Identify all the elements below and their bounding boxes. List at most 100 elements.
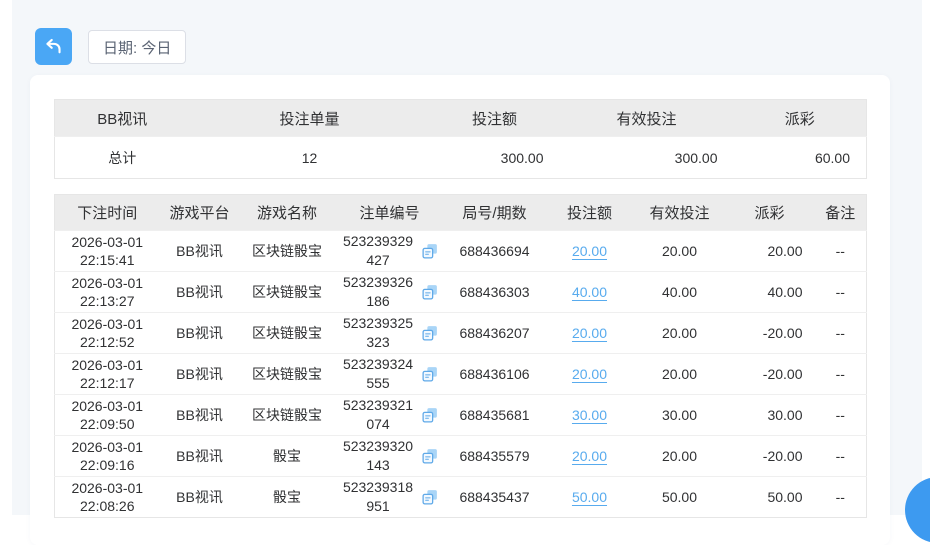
order-number: 523239318951	[342, 479, 414, 514]
back-arrow-icon	[43, 36, 64, 57]
detail-col-game-name: 游戏名称	[239, 194, 335, 231]
remark-cell: --	[814, 271, 867, 313]
summary-col-bet-count: 投注单量	[189, 99, 430, 137]
copy-order-button[interactable]	[421, 488, 439, 506]
detail-col-valid-bet: 有效投注	[634, 194, 725, 231]
summary-total-payout: 60.00	[733, 136, 867, 179]
summary-header-row: BB视讯 投注单量 投注额 有效投注 派彩	[54, 99, 867, 137]
game-name-cell: 区块链骰宝	[239, 271, 335, 313]
report-page: 日期: 今日 BB视讯 投注单量 投注额 有效投注 派彩 总计 12 300.0…	[12, 0, 930, 545]
detail-col-platform: 游戏平台	[159, 194, 240, 231]
copy-order-button[interactable]	[421, 324, 439, 342]
bet-amount-link[interactable]: 50.00	[572, 489, 607, 505]
bet-amount-link[interactable]: 20.00	[572, 448, 607, 464]
bet-amount-cell: 20.00	[544, 230, 635, 272]
bet-amount-link[interactable]: 20.00	[572, 366, 607, 382]
detail-col-order-no: 注单编号	[334, 194, 445, 231]
table-row: 2026-03-01 22:12:17 BB视讯 区块链骰宝 523239324…	[54, 353, 867, 395]
summary-col-bet-amount: 投注额	[429, 99, 560, 137]
copy-order-button[interactable]	[421, 406, 439, 424]
summary-col-payout: 派彩	[733, 99, 867, 137]
bet-amount-cell: 20.00	[544, 312, 635, 354]
copy-icon	[421, 242, 439, 260]
summary-col-platform: BB视讯	[54, 99, 190, 137]
copy-icon	[421, 365, 439, 383]
valid-bet-cell: 50.00	[634, 476, 725, 518]
payout-cell: 30.00	[724, 394, 815, 436]
bet-time-cell: 2026-03-01 22:09:50	[54, 394, 160, 436]
valid-bet-cell: 40.00	[634, 271, 725, 313]
report-card: BB视讯 投注单量 投注额 有效投注 派彩 总计 12 300.00 300.0…	[30, 75, 890, 545]
remark-cell: --	[814, 312, 867, 354]
copy-order-button[interactable]	[421, 283, 439, 301]
bet-time-cell: 2026-03-01 22:12:52	[54, 312, 160, 354]
summary-table: BB视讯 投注单量 投注额 有效投注 派彩 总计 12 300.00 300.0…	[54, 99, 867, 179]
bet-amount-link[interactable]: 20.00	[572, 243, 607, 259]
copy-icon	[421, 488, 439, 506]
summary-total-bet-amount: 300.00	[429, 136, 560, 179]
platform-cell: BB视讯	[159, 312, 240, 354]
copy-order-button[interactable]	[421, 242, 439, 260]
bet-time-cell: 2026-03-01 22:12:17	[54, 353, 160, 395]
bet-amount-cell: 40.00	[544, 271, 635, 313]
payout-cell: -20.00	[724, 353, 815, 395]
copy-order-button[interactable]	[421, 365, 439, 383]
valid-bet-cell: 30.00	[634, 394, 725, 436]
bet-amount-link[interactable]: 30.00	[572, 407, 607, 423]
round-no-cell: 688435437	[444, 476, 545, 518]
valid-bet-cell: 20.00	[634, 353, 725, 395]
detail-table: 下注时间 游戏平台 游戏名称 注单编号 局号/期数 投注额 有效投注 派彩 备注…	[54, 194, 867, 518]
order-no-cell: 523239326186	[334, 271, 445, 313]
platform-cell: BB视讯	[159, 271, 240, 313]
payout-cell: 50.00	[724, 476, 815, 518]
copy-icon	[421, 283, 439, 301]
order-number: 523239320143	[342, 438, 414, 473]
payout-cell: -20.00	[724, 312, 815, 354]
game-name-cell: 区块链骰宝	[239, 394, 335, 436]
detail-header-row: 下注时间 游戏平台 游戏名称 注单编号 局号/期数 投注额 有效投注 派彩 备注	[54, 194, 867, 231]
date-filter-chip[interactable]: 日期: 今日	[88, 30, 187, 64]
table-row: 2026-03-01 22:15:41 BB视讯 区块链骰宝 523239329…	[54, 230, 867, 272]
detail-col-payout: 派彩	[724, 194, 815, 231]
order-no-cell: 523239321074	[334, 394, 445, 436]
valid-bet-cell: 20.00	[634, 435, 725, 477]
bet-amount-link[interactable]: 40.00	[572, 284, 607, 300]
copy-icon	[421, 324, 439, 342]
platform-cell: BB视讯	[159, 230, 240, 272]
copy-icon	[421, 447, 439, 465]
table-row: 2026-03-01 22:13:27 BB视讯 区块链骰宝 523239326…	[54, 271, 867, 313]
payout-cell: 20.00	[724, 230, 815, 272]
copy-icon	[421, 406, 439, 424]
payout-cell: -20.00	[724, 435, 815, 477]
table-row: 2026-03-01 22:09:50 BB视讯 区块链骰宝 523239321…	[54, 394, 867, 436]
floating-action-button[interactable]	[905, 477, 930, 543]
order-number: 523239329427	[342, 233, 414, 268]
game-name-cell: 区块链骰宝	[239, 312, 335, 354]
round-no-cell: 688436207	[444, 312, 545, 354]
remark-cell: --	[814, 394, 867, 436]
bet-amount-link[interactable]: 20.00	[572, 325, 607, 341]
detail-col-round-no: 局号/期数	[444, 194, 545, 231]
summary-total-label: 总计	[54, 136, 190, 179]
remark-cell: --	[814, 230, 867, 272]
summary-col-valid-bet: 有效投注	[559, 99, 734, 137]
bet-time-cell: 2026-03-01 22:08:26	[54, 476, 160, 518]
table-row: 2026-03-01 22:09:16 BB视讯 骰宝 523239320143…	[54, 435, 867, 477]
round-no-cell: 688436694	[444, 230, 545, 272]
detail-table-body: 2026-03-01 22:15:41 BB视讯 区块链骰宝 523239329…	[54, 230, 867, 518]
back-button[interactable]	[35, 28, 72, 65]
order-no-cell: 523239318951	[334, 476, 445, 518]
summary-total-row: 总计 12 300.00 300.00 60.00	[54, 136, 867, 179]
game-name-cell: 骰宝	[239, 435, 335, 477]
valid-bet-cell: 20.00	[634, 230, 725, 272]
platform-cell: BB视讯	[159, 353, 240, 395]
bet-amount-cell: 50.00	[544, 476, 635, 518]
bet-amount-cell: 30.00	[544, 394, 635, 436]
round-no-cell: 688436106	[444, 353, 545, 395]
copy-order-button[interactable]	[421, 447, 439, 465]
table-row: 2026-03-01 22:12:52 BB视讯 区块链骰宝 523239325…	[54, 312, 867, 354]
platform-cell: BB视讯	[159, 394, 240, 436]
summary-total-valid-bet: 300.00	[559, 136, 734, 179]
order-no-cell: 523239329427	[334, 230, 445, 272]
detail-col-remark: 备注	[814, 194, 867, 231]
